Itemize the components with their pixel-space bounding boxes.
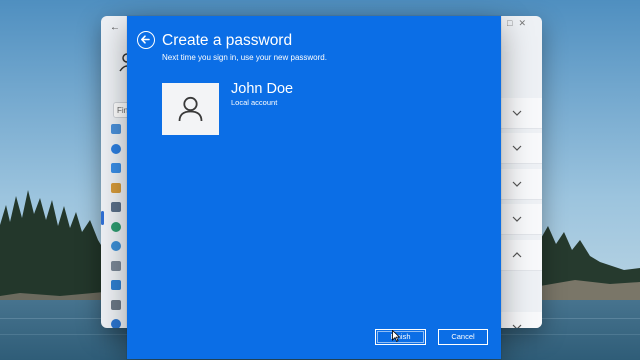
- chevron-down-icon: [512, 324, 522, 328]
- mouse-pointer-icon: [392, 330, 400, 342]
- accounts-icon[interactable]: [111, 221, 121, 232]
- gaming-icon[interactable]: [111, 260, 121, 271]
- avatar: [162, 83, 219, 135]
- chevron-down-icon: [512, 216, 522, 222]
- chevron-down-icon: [512, 145, 522, 151]
- time-language-icon[interactable]: [111, 241, 121, 251]
- settings-nav: [108, 124, 122, 328]
- account-type: Local account: [231, 98, 278, 107]
- user-icon: [178, 96, 203, 122]
- settings-back-icon[interactable]: ←: [110, 22, 120, 33]
- chevron-down-icon: [512, 181, 522, 187]
- bluetooth-icon[interactable]: [111, 143, 121, 154]
- finish-button[interactable]: Finish: [375, 329, 426, 345]
- back-button[interactable]: [137, 31, 155, 49]
- apps-icon[interactable]: [111, 202, 121, 212]
- settings-card[interactable]: [501, 204, 542, 235]
- windows-update-icon[interactable]: [111, 319, 121, 328]
- user-name: John Doe: [231, 81, 294, 97]
- chevron-down-icon: [512, 110, 522, 116]
- settings-card[interactable]: [501, 169, 542, 200]
- chevron-up-icon: [512, 252, 522, 258]
- network-icon[interactable]: [111, 163, 121, 173]
- accessibility-icon[interactable]: [111, 280, 121, 290]
- privacy-icon[interactable]: [111, 299, 121, 310]
- window-controls[interactable]: –□✕: [496, 18, 532, 29]
- settings-card[interactable]: [501, 312, 542, 328]
- settings-card[interactable]: [501, 240, 542, 271]
- back-arrow-icon: [141, 35, 150, 44]
- personalization-icon[interactable]: [111, 182, 121, 193]
- system-icon[interactable]: [111, 124, 121, 134]
- dialog-subtitle: Next time you sign in, use your new pass…: [162, 53, 327, 62]
- settings-card[interactable]: [501, 133, 542, 164]
- dialog-title: Create a password: [162, 32, 293, 49]
- nav-active-indicator: [101, 211, 104, 225]
- cancel-button[interactable]: Cancel: [438, 329, 488, 345]
- create-password-dialog: Create a password Next time you sign in,…: [127, 16, 501, 359]
- settings-card[interactable]: [501, 98, 542, 129]
